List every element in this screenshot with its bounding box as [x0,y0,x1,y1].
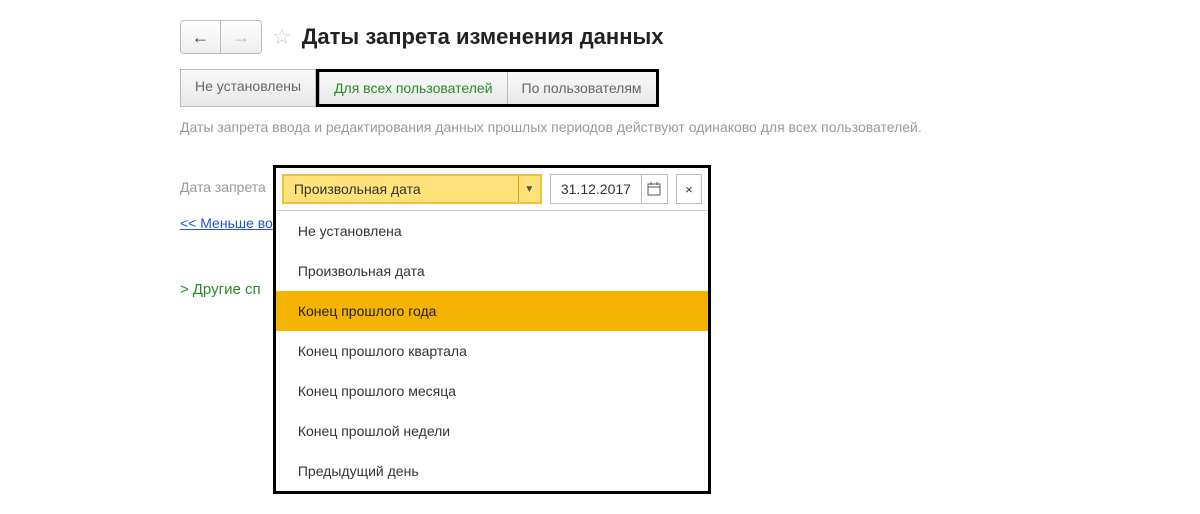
description-text: Даты запрета ввода и редактирования данн… [180,119,1020,135]
dropdown-item[interactable]: Конец прошлого года [276,291,708,331]
dropdown-item[interactable]: Конец прошлого квартала [276,331,708,371]
form-layout: Дата запрета << Меньше во >Другие сп Про… [180,165,1020,494]
other-methods-link[interactable]: >Другие сп [180,281,273,298]
dropdown-item[interactable]: Конец прошлого месяца [276,371,708,411]
tab-not-set[interactable]: Не установлены [180,69,316,107]
tab-by-users[interactable]: По пользователям [508,72,656,104]
dropdown-item[interactable]: Предыдущий день [276,451,708,491]
chevron-right-icon: > [180,281,189,298]
dropdown-item[interactable]: Не установлена [276,211,708,251]
star-icon[interactable]: ☆ [272,24,292,50]
dropdown-list: Не установлена Произвольная дата Конец п… [276,210,708,491]
dropdown-item[interactable]: Конец прошлой недели [276,411,708,451]
nav-buttons: ← → [180,20,262,54]
close-icon: × [685,182,693,197]
tab-all-users[interactable]: Для всех пользователей [319,72,507,104]
tabs-highlight-box: Для всех пользователей По пользователям [316,69,658,107]
date-ban-label: Дата запрета [180,179,269,195]
calendar-svg [647,182,661,196]
left-column: Дата запрета << Меньше во >Другие сп [180,165,273,298]
arrow-right-icon: → [232,27,250,48]
dropdown-highlight-box: Произвольная дата ▼ 31.12.2017 × [273,165,711,494]
select-value: Произвольная дата [284,181,518,197]
date-value: 31.12.2017 [551,181,641,197]
clear-date-button[interactable]: × [676,174,702,204]
nav-back-button[interactable]: ← [181,21,221,53]
chevron-down-icon[interactable]: ▼ [518,176,540,202]
less-options-link[interactable]: << Меньше во [180,215,273,231]
arrow-left-icon: ← [192,27,210,48]
date-input[interactable]: 31.12.2017 [550,174,668,204]
header-row: ← → ☆ Даты запрета изменения данных [180,20,1020,54]
ban-type-select[interactable]: Произвольная дата ▼ [282,174,542,204]
dropdown-controls-row: Произвольная дата ▼ 31.12.2017 × [276,168,708,210]
nav-forward-button[interactable]: → [221,21,261,53]
dropdown-item[interactable]: Произвольная дата [276,251,708,291]
tabs-row: Не установлены Для всех пользователей По… [180,69,1020,107]
calendar-icon[interactable] [641,175,667,203]
other-methods-label: Другие сп [193,281,261,298]
page-title: Даты запрета изменения данных [302,24,664,50]
